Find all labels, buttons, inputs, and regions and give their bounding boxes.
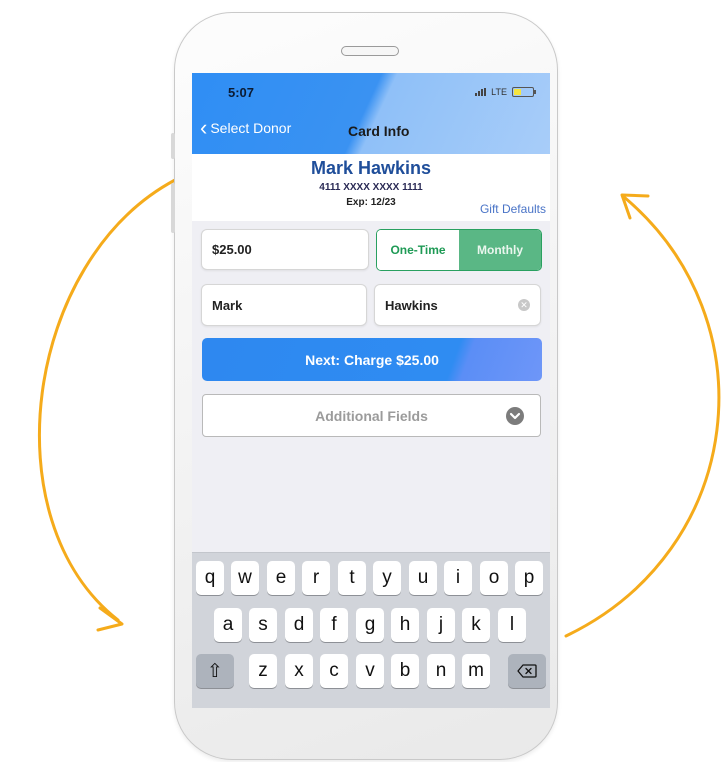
back-button-label: Select Donor [210,120,292,136]
page-title: Card Info [348,123,410,139]
donor-name: Mark Hawkins [310,158,432,178]
back-button[interactable]: ‹ Select Donor [200,115,292,140]
on-screen-keyboard: q w e r t y u i o p a s d f g h j k l ⇧ … [192,552,550,708]
chevron-down-icon [506,407,524,425]
additional-fields-dropdown[interactable]: Additional Fields [202,394,541,437]
key-v[interactable]: v [356,654,384,688]
key-i[interactable]: i [444,561,472,595]
backspace-key[interactable] [508,654,546,688]
key-k[interactable]: k [462,608,490,642]
network-label: LTE [491,87,507,97]
gift-defaults-link[interactable]: Gift Defaults [480,202,546,216]
charge-button[interactable]: Next: Charge $25.00 [202,338,542,381]
signal-icon [475,88,487,96]
battery-icon [512,87,536,97]
key-n[interactable]: n [427,654,455,688]
key-e[interactable]: e [267,561,295,595]
key-b[interactable]: b [391,654,419,688]
status-time: 5:07 [228,85,255,100]
key-g[interactable]: g [356,608,384,642]
speaker-slot [341,46,399,56]
monthly-option[interactable]: Monthly [459,230,541,270]
key-h[interactable]: h [391,608,419,642]
backspace-icon [517,664,537,678]
key-t[interactable]: t [338,561,366,595]
status-indicators: LTE [475,87,536,97]
key-j[interactable]: j [427,608,455,642]
key-p[interactable]: p [515,561,543,595]
key-d[interactable]: d [285,608,313,642]
key-y[interactable]: y [373,561,401,595]
phone-screen: 5:07 LTE ‹ Select Donor Card Info Mark H… [192,73,550,708]
key-r[interactable]: r [302,561,330,595]
additional-fields-label: Additional Fields [315,407,428,424]
key-x[interactable]: x [285,654,313,688]
key-w[interactable]: w [231,561,259,595]
key-l[interactable]: l [498,608,526,642]
last-name-value: Hawkins [385,297,438,313]
key-o[interactable]: o [480,561,508,595]
key-a[interactable]: a [214,608,242,642]
key-u[interactable]: u [409,561,437,595]
card-number: 4111 XXXX XXXX 1111 [319,182,423,193]
key-q[interactable]: q [196,561,224,595]
donor-summary: Mark Hawkins 4111 XXXX XXXX 1111 Exp: 12… [192,154,550,221]
clear-input-icon[interactable]: ✕ [518,299,530,311]
key-s[interactable]: s [249,608,277,642]
last-name-input[interactable]: Hawkins ✕ [374,284,541,326]
volume-up-button [171,183,175,233]
shift-key[interactable]: ⇧ [196,654,234,688]
one-time-option[interactable]: One-Time [377,230,459,270]
mute-switch [171,133,175,159]
key-c[interactable]: c [320,654,348,688]
chevron-left-icon: ‹ [200,115,208,140]
navigation-header: 5:07 LTE ‹ Select Donor Card Info [192,73,550,154]
first-name-input[interactable]: Mark [201,284,367,326]
frequency-toggle: One-Time Monthly [376,229,542,271]
amount-input[interactable]: $25.00 [201,229,369,270]
key-m[interactable]: m [462,654,490,688]
key-f[interactable]: f [320,608,348,642]
key-z[interactable]: z [249,654,277,688]
